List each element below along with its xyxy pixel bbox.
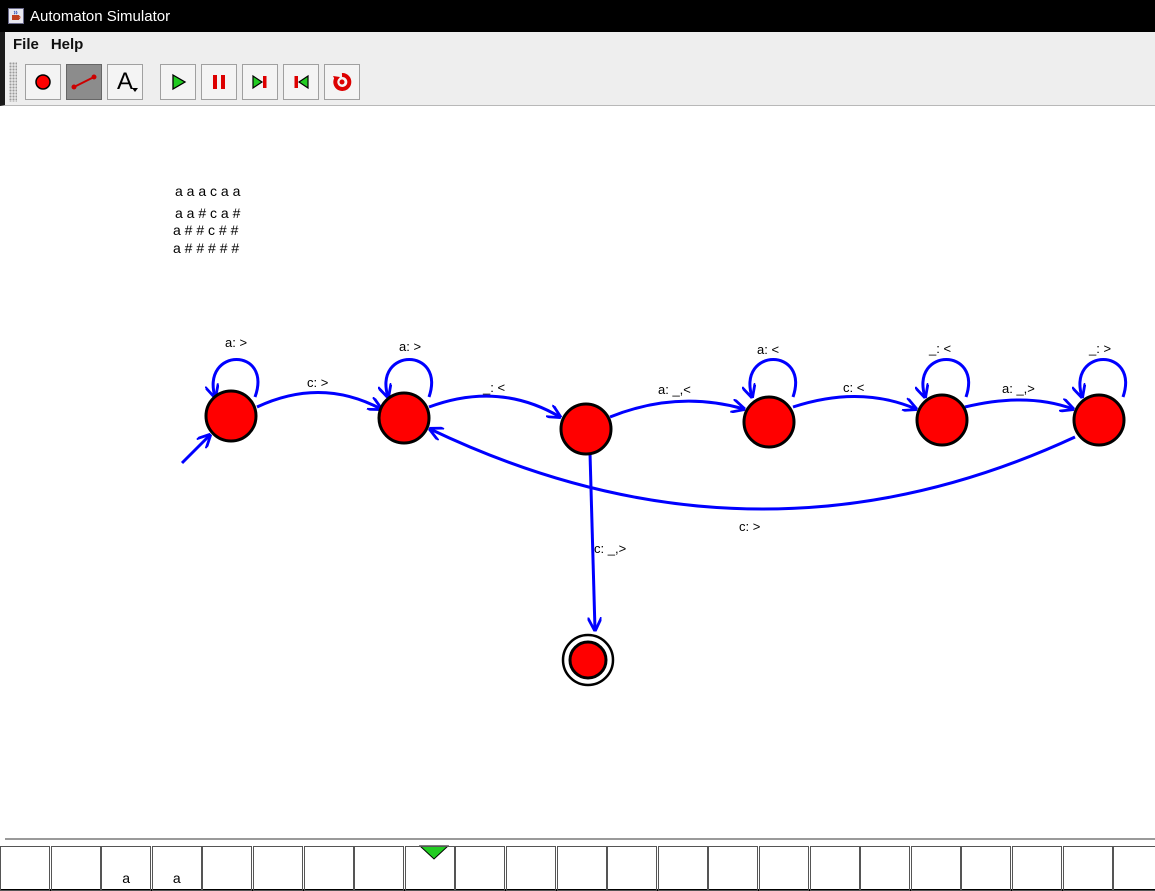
- accept-state[interactable]: [568, 640, 608, 680]
- tape-cell[interactable]: [1113, 846, 1155, 891]
- edge-4-5[interactable]: [964, 400, 1073, 409]
- reset-button[interactable]: [324, 64, 360, 100]
- label-loop-1: a: >: [399, 339, 421, 354]
- pause-button[interactable]: [201, 64, 237, 100]
- reset-icon: [333, 73, 352, 91]
- label-edge-3-4: c: <: [843, 380, 864, 395]
- start-arrow: [180, 435, 210, 465]
- trace-line-3: a # # c # #: [173, 222, 239, 238]
- tape-cell[interactable]: [809, 846, 860, 891]
- state-diagram[interactable]: a a a c a a a a # c a # a # # c # # a # …: [5, 107, 1155, 838]
- automaton-canvas[interactable]: a a a c a a a a # c a # a # # c # # a # …: [5, 107, 1155, 838]
- tape-cell[interactable]: [910, 846, 961, 891]
- label-loop-0: a: >: [225, 335, 247, 350]
- tape-cell[interactable]: [50, 846, 101, 891]
- step-back-button[interactable]: [283, 64, 319, 100]
- loop-edge-3[interactable]: [750, 358, 797, 398]
- tape-cell[interactable]: [1062, 846, 1113, 891]
- step-forward-button[interactable]: [242, 64, 278, 100]
- transition-arrow-icon: [71, 74, 97, 90]
- label-loop-3: a: <: [757, 342, 779, 357]
- tape-cell[interactable]: [253, 846, 303, 891]
- step-back-icon: [294, 74, 309, 90]
- state-2[interactable]: [559, 402, 613, 456]
- edge-3-4[interactable]: [792, 395, 916, 409]
- tape-cell[interactable]: [759, 846, 809, 891]
- label-edge-2-accept: c: _,>: [594, 541, 626, 556]
- help-menu[interactable]: Help: [51, 36, 84, 53]
- trace-text: a a a c a a a a # c a # a # # c # # a # …: [173, 183, 241, 256]
- tape-cell[interactable]: [657, 846, 708, 891]
- tape-cell[interactable]: [303, 846, 354, 891]
- toolbar-grip[interactable]: [9, 62, 17, 102]
- edge-2-3[interactable]: [609, 401, 744, 419]
- tape-cell[interactable]: [708, 846, 759, 891]
- tape-cell[interactable]: [404, 846, 455, 891]
- tape-cell[interactable]: [607, 846, 658, 891]
- toolbar: A: [0, 56, 1155, 106]
- state-1[interactable]: [377, 391, 431, 445]
- add-state-tool[interactable]: [25, 64, 61, 100]
- loop-edge-5[interactable]: [1080, 358, 1127, 398]
- tape-cell[interactable]: [1012, 846, 1062, 891]
- state-4[interactable]: [915, 393, 969, 447]
- file-menu[interactable]: File: [13, 36, 39, 53]
- label-edge-4-5: a: _,>: [1002, 381, 1035, 396]
- label-loop-5: _: >: [1088, 341, 1111, 356]
- tape-cell[interactable]: [0, 846, 50, 891]
- dropdown-arrow-icon: [132, 88, 138, 92]
- state-5[interactable]: [1072, 393, 1126, 447]
- red-dot-icon: [35, 74, 51, 90]
- label-edge-1-2: _: <: [482, 380, 505, 395]
- edge-0-1[interactable]: [256, 391, 381, 409]
- loop-edge-1[interactable]: [386, 358, 433, 398]
- label-edge-0-1: c: >: [307, 375, 328, 390]
- label-edge-5-1: c: >: [739, 519, 760, 534]
- app-window: Automaton Simulator File Help A a a a c …: [0, 0, 1155, 891]
- state-3[interactable]: [742, 395, 796, 449]
- menu-bar: File Help: [0, 32, 1155, 56]
- tape-cell[interactable]: [860, 846, 911, 891]
- tape-cell[interactable]: [556, 846, 607, 891]
- pause-icon: [213, 75, 225, 89]
- tape-cell[interactable]: [506, 846, 556, 891]
- trace-line-1: a a a c a a: [175, 183, 241, 199]
- add-transition-tool[interactable]: [66, 64, 102, 100]
- tape: aa: [0, 838, 1155, 891]
- tape-cell[interactable]: [961, 846, 1012, 891]
- run-button[interactable]: [160, 64, 196, 100]
- label-loop-4: _: <: [928, 341, 951, 356]
- label-edge-2-3: a: _,<: [658, 382, 691, 397]
- trace-line-4: a # # # # #: [173, 240, 239, 256]
- state-0[interactable]: [204, 389, 258, 443]
- tape-cell[interactable]: a: [101, 846, 152, 891]
- edit-label-tool[interactable]: A: [107, 64, 143, 100]
- java-cup-icon: [8, 8, 24, 24]
- play-icon: [172, 73, 187, 91]
- tape-cell[interactable]: [455, 846, 506, 891]
- loop-edge-4[interactable]: [923, 358, 970, 398]
- window-title: Automaton Simulator: [30, 7, 171, 25]
- trace-line-2: a a # c a #: [175, 205, 241, 221]
- edge-1-2[interactable]: [428, 394, 560, 417]
- tape-cell[interactable]: [354, 846, 405, 891]
- tape-cell[interactable]: [202, 846, 253, 891]
- step-forward-icon: [252, 74, 267, 90]
- title-bar: Automaton Simulator: [0, 0, 1155, 32]
- tape-cell[interactable]: a: [151, 846, 202, 891]
